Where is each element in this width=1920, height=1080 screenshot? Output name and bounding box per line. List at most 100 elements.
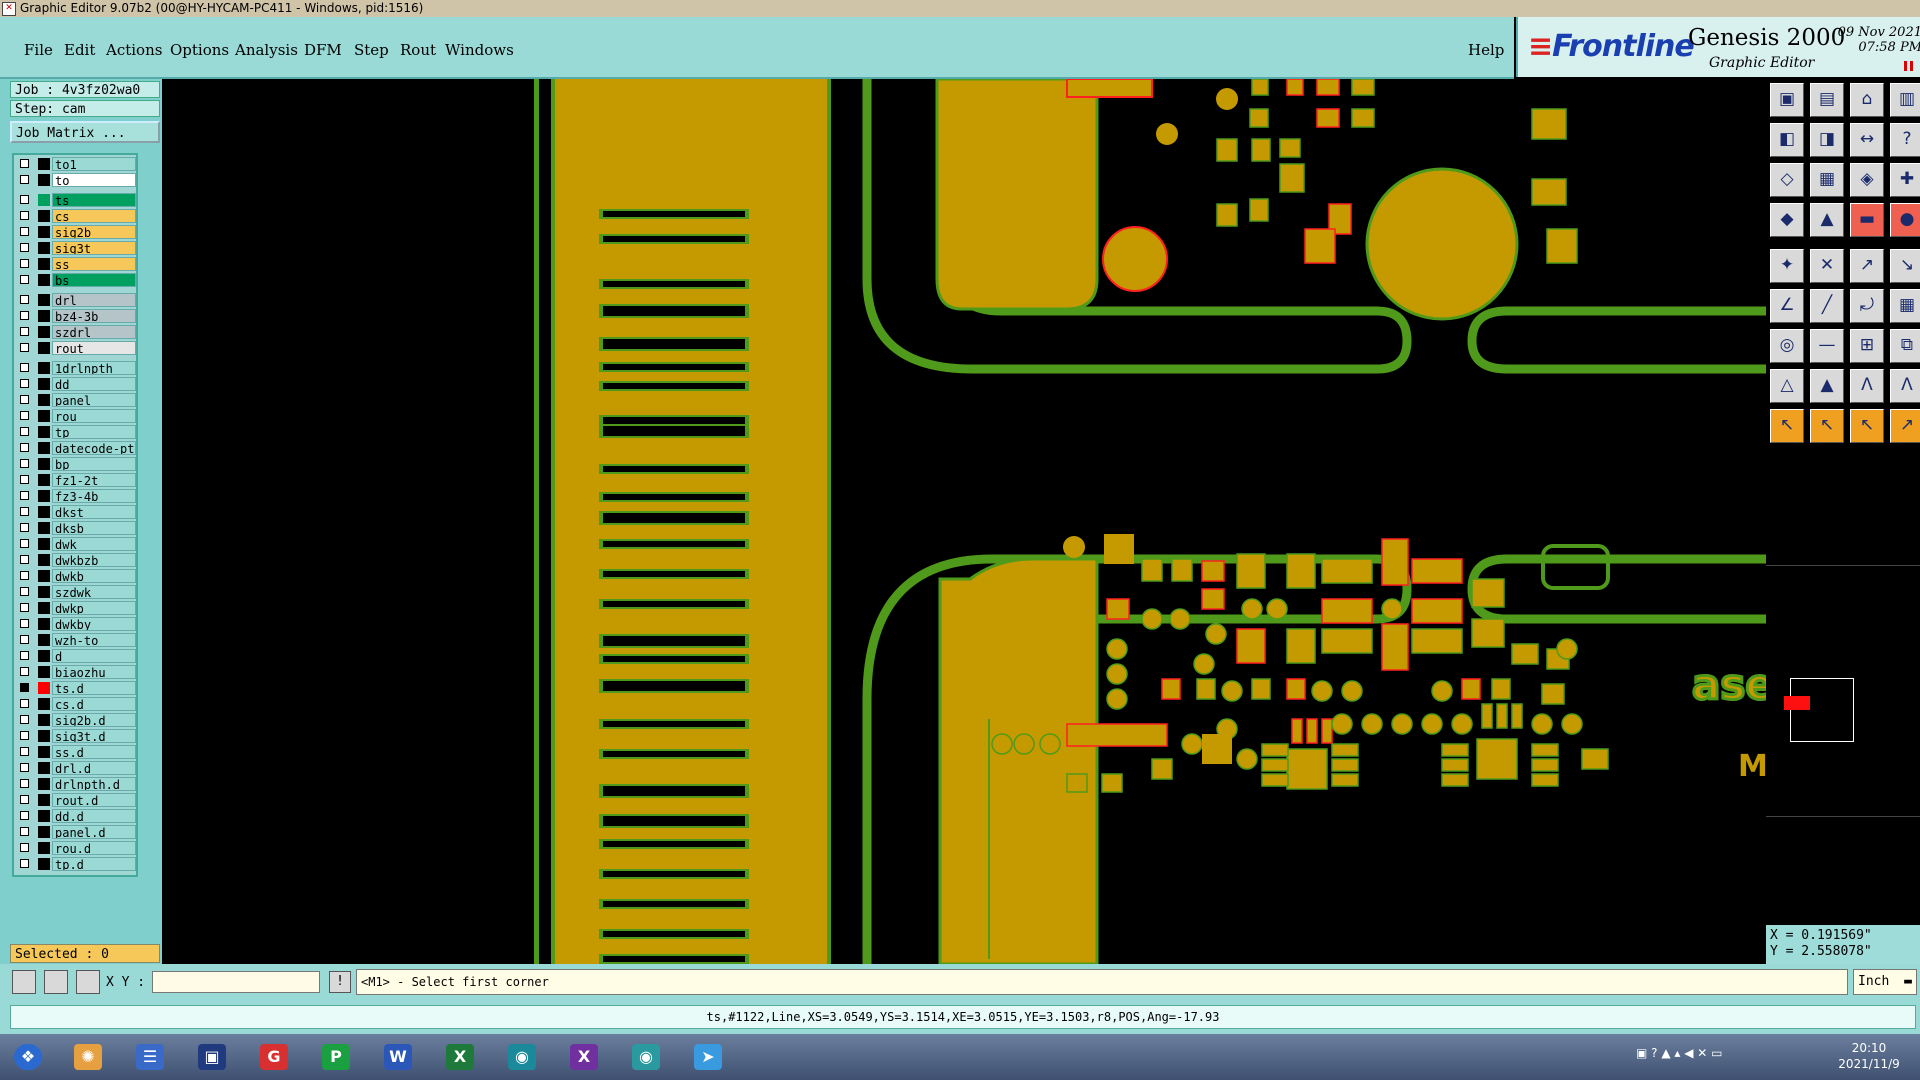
layer-name[interactable]: cs.d [52,697,136,711]
layer-checkbox[interactable] [20,443,29,452]
layer-name[interactable]: to [52,173,136,187]
job-matrix-button[interactable]: Job Matrix ... [10,121,160,143]
tool-button-2-2[interactable]: ◈ [1850,163,1884,197]
layer-row-ts.d[interactable]: ts.d [16,681,136,695]
layer-row-rou.d[interactable]: rou.d [16,841,136,855]
layer-checkbox[interactable] [20,211,29,220]
layer-checkbox[interactable] [20,343,29,352]
layer-row-bs[interactable]: bs [16,273,136,287]
layer-name[interactable]: fz3-4b [52,489,136,503]
tool-button-7-1[interactable]: ▲ [1810,369,1844,403]
layer-checkbox[interactable] [20,779,29,788]
layer-name[interactable]: rou.d [52,841,136,855]
taskbar-viewer-icon[interactable]: ◉ [494,1038,550,1076]
layer-row-dwkbzb[interactable]: dwkbzb [16,553,136,567]
layer-checkbox[interactable] [20,827,29,836]
tool-button-0-1[interactable]: ▤ [1810,83,1844,117]
taskbar-word-icon[interactable]: W [370,1038,426,1076]
layer-checkbox[interactable] [20,763,29,772]
layer-checkbox[interactable] [20,379,29,388]
tool-button-6-3[interactable]: ⧉ [1890,329,1920,363]
layer-name[interactable]: drl [52,293,136,307]
layer-checkbox[interactable] [20,699,29,708]
layer-checkbox[interactable] [20,395,29,404]
layer-row-bz4-3b[interactable]: bz4-3b [16,309,136,323]
layer-name[interactable]: dwkp [52,601,136,615]
layer-name[interactable]: bp [52,457,136,471]
layer-name[interactable]: dd.d [52,809,136,823]
taskbar-feishu-icon[interactable]: ➤ [680,1038,736,1076]
layer-name[interactable]: szdrl [52,325,136,339]
layer-name[interactable]: dd [52,377,136,391]
layer-checkbox[interactable] [20,295,29,304]
tool-button-5-2[interactable]: ⤾ [1850,289,1884,323]
layer-row-dwkb[interactable]: dwkb [16,569,136,583]
layer-checkbox[interactable] [20,427,29,436]
layer-checkbox[interactable] [20,747,29,756]
tool-button-0-2[interactable]: ⌂ [1850,83,1884,117]
layer-checkbox[interactable] [20,539,29,548]
layer-row-1drlnpth[interactable]: 1drlnpth [16,361,136,375]
layer-row-sig3t[interactable]: sig3t [16,241,136,255]
layer-name[interactable]: datecode-pt [52,441,136,455]
layer-row-fz1-2t[interactable]: fz1-2t [16,473,136,487]
layer-row-ss.d[interactable]: ss.d [16,745,136,759]
tool-button-6-0[interactable]: ◎ [1770,329,1804,363]
menu-rout[interactable]: Rout [400,41,436,59]
layer-name[interactable]: szdwk [52,585,136,599]
layer-row-szdwk[interactable]: szdwk [16,585,136,599]
taskbar-excel-icon[interactable]: X [432,1038,488,1076]
layer-name[interactable]: ss [52,257,136,271]
layer-row-rout.d[interactable]: rout.d [16,793,136,807]
layer-checkbox[interactable] [20,731,29,740]
tool-button-2-0[interactable]: ◇ [1770,163,1804,197]
layer-row-drl[interactable]: drl [16,293,136,307]
taskbar-xapp-icon[interactable]: X [556,1038,612,1076]
layer-name[interactable]: tp [52,425,136,439]
layer-checkbox[interactable] [20,275,29,284]
layer-name[interactable]: rout.d [52,793,136,807]
grid-icon[interactable] [76,970,100,994]
menu-file[interactable]: File [24,41,53,59]
layer-row-dksb[interactable]: dksb [16,521,136,535]
layer-row-sig2b.d[interactable]: sig2b.d [16,713,136,727]
layer-row-datecode-pt[interactable]: datecode-pt [16,441,136,455]
layer-row-bp[interactable]: bp [16,457,136,471]
snap-icon[interactable] [12,970,36,994]
tray-icons[interactable]: ▣ ? ▲ ▴ ◀ ✕ ▭ [1636,1046,1816,1068]
layer-row-ts[interactable]: ts [16,193,136,207]
layer-checkbox[interactable] [20,243,29,252]
tool-button-3-0[interactable]: ◆ [1770,203,1804,237]
layer-row-rou[interactable]: rou [16,409,136,423]
layer-name[interactable]: sig2b [52,225,136,239]
tool-button-5-1[interactable]: ╱ [1810,289,1844,323]
menu-analysis[interactable]: Analysis [235,41,298,59]
layer-row-to1[interactable]: to1 [16,157,136,171]
layer-checkbox[interactable] [20,459,29,468]
layer-checkbox[interactable] [20,475,29,484]
layer-row-dwkp[interactable]: dwkp [16,601,136,615]
tool-button-1-3[interactable]: ? [1890,123,1920,157]
layer-row-panel.d[interactable]: panel.d [16,825,136,839]
layer-name[interactable]: sig2b.d [52,713,136,727]
tool-button-8-2[interactable]: ↖ [1850,409,1884,443]
layer-name[interactable]: 1drlnpth [52,361,136,375]
tool-button-6-2[interactable]: ⊞ [1850,329,1884,363]
taskbar-pdf-icon[interactable]: P [308,1038,364,1076]
layer-checkbox[interactable] [20,651,29,660]
taskbar-start-icon[interactable]: ❖ [0,1038,56,1076]
layer-checkbox[interactable] [20,227,29,236]
taskbar-seashell-icon[interactable]: ✺ [60,1038,116,1076]
layer-row-tp.d[interactable]: tp.d [16,857,136,871]
menu-edit[interactable]: Edit [64,41,95,59]
menu-options[interactable]: Options [170,41,229,59]
tool-button-2-1[interactable]: ▦ [1810,163,1844,197]
menu-help[interactable]: Help [1468,41,1504,59]
layer-checkbox[interactable] [20,811,29,820]
overview-viewport[interactable] [1784,696,1810,710]
tool-button-7-2[interactable]: Λ [1850,369,1884,403]
layer-checkbox[interactable] [20,635,29,644]
layer-checkbox[interactable] [20,195,29,204]
layer-name[interactable]: dksb [52,521,136,535]
tool-button-8-1[interactable]: ↖ [1810,409,1844,443]
